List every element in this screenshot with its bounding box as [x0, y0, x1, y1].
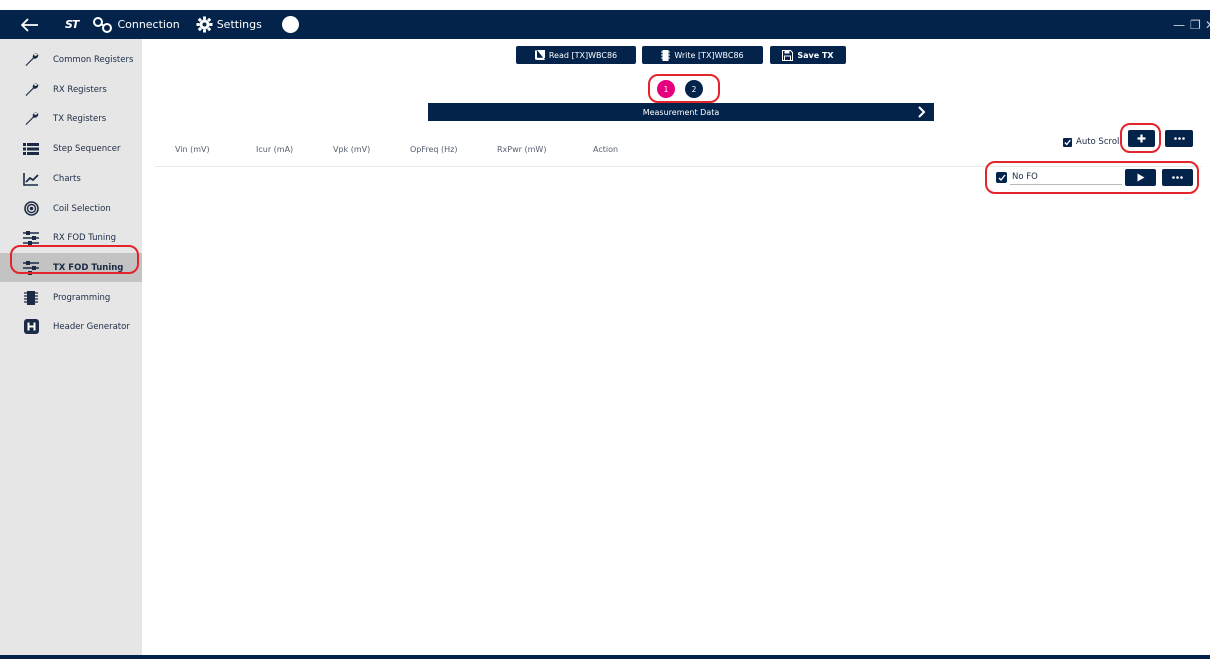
sidebar-item-coil-selection[interactable]: Coil Selection [0, 194, 142, 223]
minimize-button[interactable]: — [1173, 10, 1185, 39]
column-header-opfreq: OpFreq (Hz) [410, 145, 458, 154]
book-icon [534, 50, 545, 60]
ellipsis-icon [1173, 137, 1185, 140]
sidebar-item-common-registers[interactable]: Common Registers [0, 45, 142, 74]
column-header-action: Action [593, 145, 619, 154]
status-bar [0, 655, 1210, 659]
sidebar-item-programming[interactable]: Programming [0, 283, 142, 312]
sidebar-item-label: RX FOD Tuning [53, 232, 117, 243]
gear-icon [196, 16, 213, 33]
checkbox-checked-icon [998, 174, 1006, 181]
sidebar-item-label: Step Sequencer [53, 143, 121, 154]
measurement-data-title: Measurement Data [642, 107, 720, 117]
read-button[interactable]: Read [TX]WBC86 [516, 46, 636, 64]
play-button[interactable] [1125, 169, 1156, 186]
sidebar-item-label: Coil Selection [53, 203, 111, 214]
target-icon [23, 201, 39, 217]
column-header-icur: Icur (mA) [256, 145, 294, 154]
write-button-label: Write [TX]WBC86 [674, 50, 744, 60]
sidebar-item-step-sequencer[interactable]: Step Sequencer [0, 134, 142, 163]
sidebar-item-label: Header Generator [53, 321, 130, 332]
page-2-button[interactable]: 2 [685, 80, 703, 98]
sliders-icon [23, 230, 39, 246]
sidebar-item-label: RX Registers [53, 84, 107, 95]
chip-icon [23, 290, 39, 306]
auto-scroll-checkbox[interactable]: Auto Scroll [1063, 137, 1122, 147]
column-header-vin: Vin (mV) [175, 145, 210, 154]
sidebar-item-charts[interactable]: Charts [0, 164, 142, 193]
auto-scroll-label: Auto Scroll [1076, 137, 1122, 147]
sidebar-item-header-generator[interactable]: Header Generator [0, 312, 142, 341]
sliders-icon [23, 260, 39, 276]
sidebar-item-label: TX Registers [53, 113, 107, 124]
column-header-vpk: Vpk (mV) [333, 145, 371, 154]
checkbox-checked-icon [1063, 137, 1072, 147]
sidebar-item-label: Charts [53, 173, 81, 184]
sidebar-item-tx-registers[interactable]: TX Registers [0, 104, 142, 133]
back-button[interactable] [0, 17, 39, 32]
measurement-data-header[interactable]: Measurement Data [428, 103, 934, 121]
sidebar-item-rx-registers[interactable]: RX Registers [0, 75, 142, 104]
link-icon [93, 16, 113, 33]
list-icon [23, 141, 39, 157]
wrench-icon [23, 82, 39, 98]
settings-label: Settings [216, 18, 262, 31]
chart-icon [23, 171, 39, 187]
wrench-icon [23, 52, 39, 68]
sidebar-item-label: Common Registers [53, 54, 134, 65]
add-button[interactable] [1128, 130, 1155, 147]
play-icon [1137, 173, 1144, 182]
sidebar-item-label: Programming [53, 292, 111, 303]
plus-icon [1137, 134, 1146, 143]
wrench-icon [23, 111, 39, 127]
close-button[interactable]: ✕ [1205, 10, 1210, 39]
sidebar-item-label: TX FOD Tuning [53, 262, 124, 273]
h-icon [23, 319, 39, 335]
chip-icon [661, 49, 671, 61]
sidebar-item-rx-fod-tuning[interactable]: RX FOD Tuning [0, 223, 142, 252]
settings-menu[interactable]: Settings [196, 16, 262, 33]
connection-menu[interactable]: Connection [92, 16, 180, 33]
maximize-button[interactable]: ❐ [1190, 10, 1201, 39]
sidebar: Common Registers RX Registers TX Registe… [0, 39, 142, 655]
fo-checkbox[interactable] [996, 172, 1007, 183]
page-1-button[interactable]: 1 [657, 80, 675, 98]
more-options-button[interactable] [1165, 130, 1193, 147]
fo-name-input[interactable] [1010, 170, 1122, 185]
row-more-options-button[interactable] [1162, 169, 1193, 186]
save-tx-label: Save TX [797, 50, 834, 60]
connection-label: Connection [117, 18, 180, 31]
ellipsis-icon [1172, 176, 1183, 179]
read-button-label: Read [TX]WBC86 [548, 50, 618, 60]
write-button[interactable]: Write [TX]WBC86 [642, 46, 763, 64]
st-logo: ST [65, 18, 79, 31]
help-button[interactable]: ? [281, 16, 299, 33]
save-tx-button[interactable]: Save TX [770, 46, 846, 64]
sidebar-item-tx-fod-tuning[interactable]: TX FOD Tuning [0, 253, 142, 282]
save-icon [782, 49, 794, 61]
back-arrow-icon [21, 17, 38, 32]
title-bar: ST Connection Settings ? — ❐ ✕ [0, 10, 1210, 39]
chevron-right-icon[interactable] [916, 106, 926, 118]
column-header-rxpwr: RxPwr (mW) [497, 145, 547, 154]
